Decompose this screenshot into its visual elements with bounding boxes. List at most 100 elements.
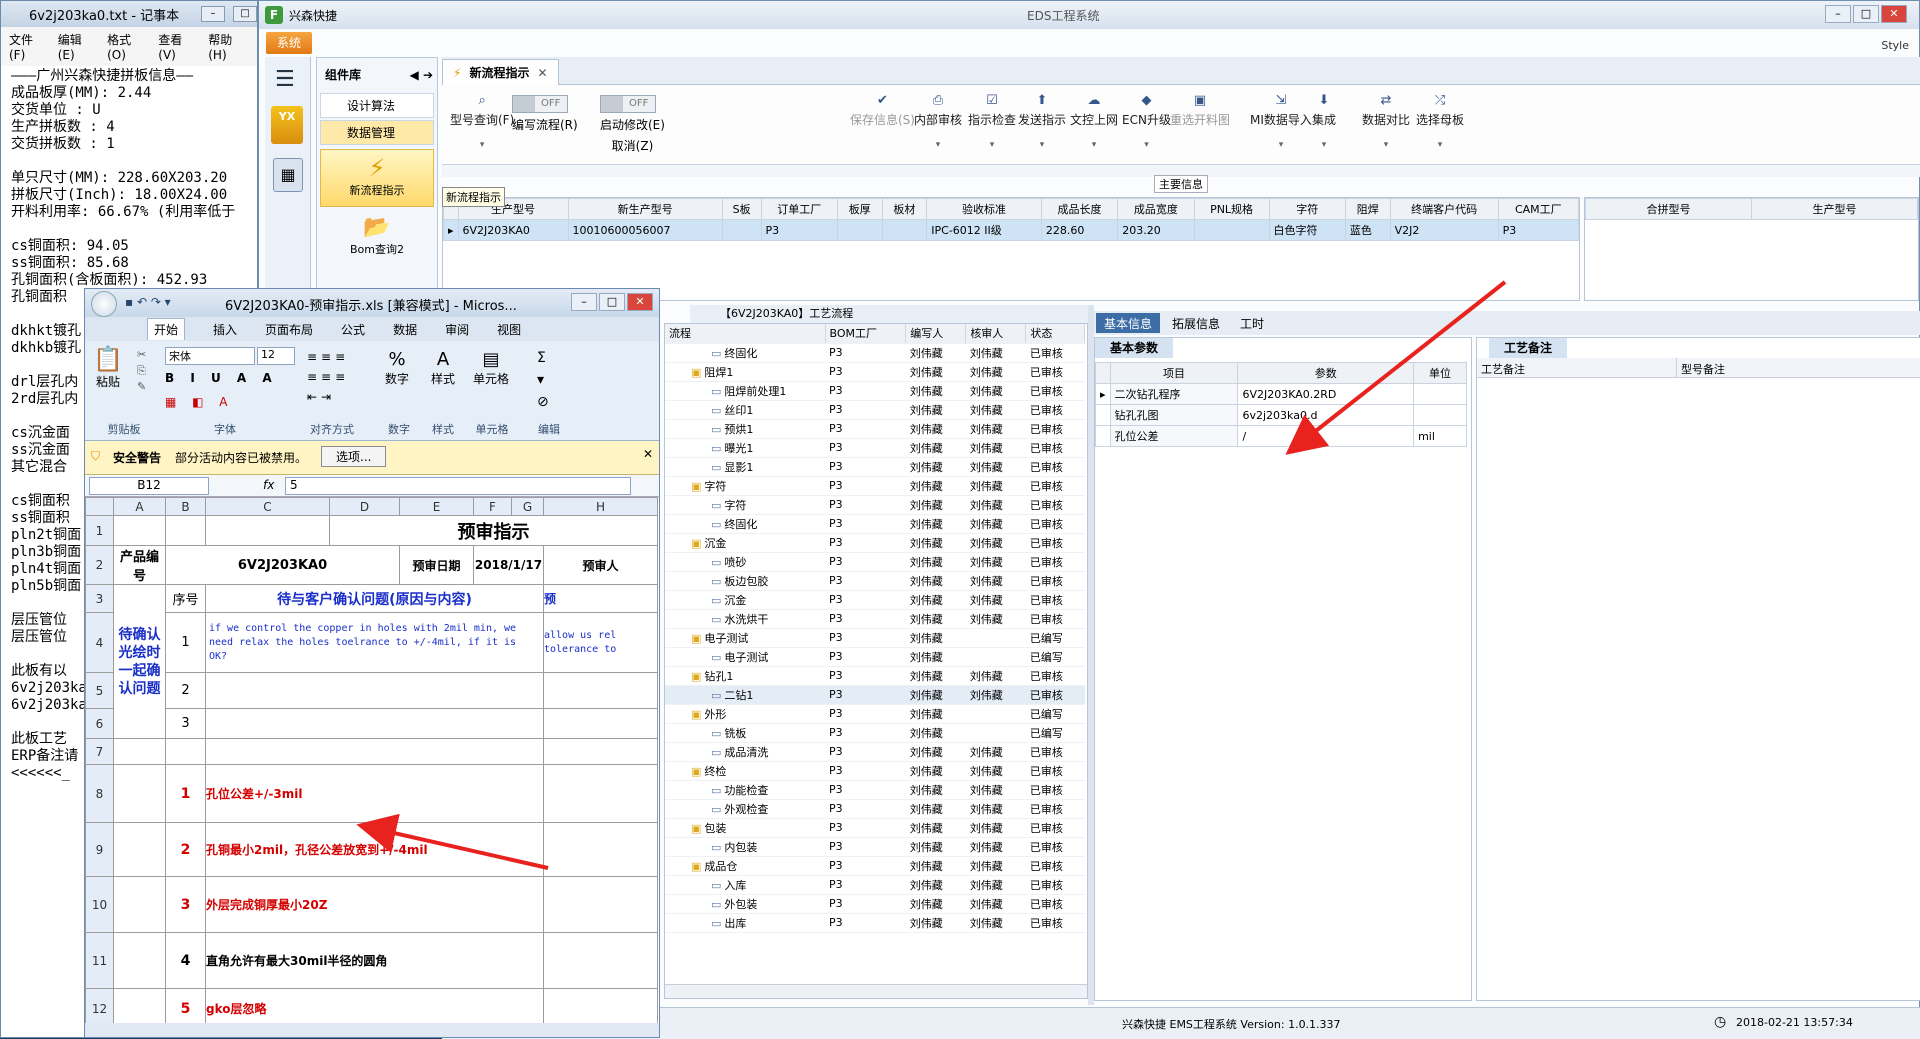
column-header[interactable]: 成品长度 bbox=[1040, 198, 1119, 220]
table-row[interactable]: ▸ 6V2J203KA0 10010600056007 P3 IPC-6012 II级 2… bbox=[443, 219, 1580, 241]
collapse-arrow-icon[interactable]: ◀ ➔ bbox=[410, 68, 433, 82]
cells-button[interactable]: ▤ 单元格 bbox=[473, 349, 509, 387]
table-cell[interactable] bbox=[836, 219, 883, 241]
menu-item[interactable]: 帮助(H) bbox=[208, 31, 249, 62]
calculator-icon[interactable]: ▦ bbox=[273, 158, 303, 192]
sheet-row[interactable]: 52 bbox=[85, 672, 658, 709]
toggle-edit-flow[interactable]: OFF 编写流程(R) bbox=[512, 95, 578, 133]
close-button[interactable]: ✕ bbox=[1881, 5, 1907, 23]
param-row[interactable]: 孔位公差 / mil bbox=[1095, 425, 1467, 447]
table-cell[interactable] bbox=[881, 219, 928, 241]
info-tab[interactable]: 拓展信息 bbox=[1164, 313, 1228, 333]
flow-row[interactable]: ▭ 丝印1 P3 刘伟藏 刘伟藏 已审核 bbox=[665, 400, 1085, 420]
quick-access-icon[interactable]: ▪ ↶ ↷ ▾ bbox=[125, 295, 171, 309]
flow-row[interactable]: ▭ 电子测试 P3 刘伟藏 已编写 bbox=[665, 647, 1085, 667]
column-header[interactable]: 板材 bbox=[881, 198, 928, 220]
sheet-row[interactable]: 3 待确认光绘时一起确认问题 序号 待与客户确认问题(原因与内容) 预 bbox=[85, 584, 658, 739]
column-header[interactable]: PNL规格 bbox=[1193, 198, 1270, 220]
column-header[interactable]: 板厚 bbox=[836, 198, 883, 220]
component-item[interactable]: 设计算法 bbox=[320, 93, 434, 118]
ribbon-tab[interactable]: 插入 bbox=[213, 321, 237, 338]
column-header[interactable]: 新生产型号 bbox=[567, 198, 723, 220]
ribbon-button[interactable]: ▣ 重选开料图 bbox=[1170, 93, 1230, 128]
system-button[interactable]: 系统 bbox=[266, 32, 312, 54]
flow-row[interactable]: ▭ 铣板 P3 刘伟藏 已编写 bbox=[665, 723, 1085, 743]
cut-copy-icons[interactable]: ✂ ⎘ ✎ bbox=[137, 347, 146, 395]
sheet-row[interactable]: 9 2 孔铜最小2mil，孔径公差放宽到+/-4mil bbox=[85, 822, 658, 877]
param-column-header[interactable]: 单位 bbox=[1413, 362, 1467, 384]
office-button[interactable] bbox=[91, 291, 117, 317]
flow-row[interactable]: ▣ 外形 P3 刘伟藏 已编写 bbox=[665, 704, 1085, 724]
info-tab[interactable]: 基本信息 bbox=[1096, 313, 1161, 333]
flow-column-header[interactable]: 编写人 bbox=[905, 324, 967, 344]
column-header[interactable]: H bbox=[543, 497, 658, 516]
style-label[interactable]: Style bbox=[1881, 39, 1909, 52]
menu-item[interactable]: 查看(V) bbox=[158, 31, 198, 62]
column-header[interactable]: A bbox=[113, 497, 166, 516]
flow-column-header[interactable]: BOM工厂 bbox=[825, 324, 907, 344]
column-header[interactable]: 字符 bbox=[1268, 198, 1346, 220]
param-row[interactable]: ▸ 二次钻孔程序 6V2J203KA0.2RD bbox=[1095, 383, 1467, 405]
number-button[interactable]: % 数字 bbox=[385, 349, 409, 387]
flow-row[interactable]: ▭ 沉金 P3 刘伟藏 刘伟藏 已审核 bbox=[665, 590, 1085, 610]
flow-row[interactable]: ▣ 电子测试 P3 刘伟藏 已编写 bbox=[665, 628, 1085, 648]
ribbon-button[interactable]: ◆ ECN升级 ▾ bbox=[1122, 93, 1171, 150]
ribbon-button[interactable]: ⎙ 内部审核 ▾ bbox=[914, 93, 962, 150]
flow-row[interactable]: ▣ 成品仓 P3 刘伟藏 刘伟藏 已审核 bbox=[665, 856, 1085, 876]
column-header[interactable]: B bbox=[165, 497, 206, 516]
param-column-header[interactable]: 参数 bbox=[1237, 362, 1415, 384]
new-flow-button[interactable]: ⚡ 新流程指示 bbox=[320, 149, 434, 207]
close-icon[interactable]: ✕ bbox=[537, 66, 547, 80]
flow-row[interactable]: ▣ 包装 P3 刘伟藏 刘伟藏 已审核 bbox=[665, 818, 1085, 838]
column-header[interactable]: 终端客户代码 bbox=[1389, 198, 1499, 220]
sheet-row[interactable]: 63 bbox=[85, 708, 658, 739]
ribbon-tab[interactable]: 视图 bbox=[497, 321, 521, 338]
fx-icon[interactable]: fx bbox=[263, 478, 274, 492]
size-select[interactable]: 12 bbox=[257, 347, 295, 365]
tab-new-flow[interactable]: ⚡ 新流程指示 ✕ bbox=[442, 59, 559, 85]
menu-icon[interactable]: ☰ bbox=[275, 67, 300, 92]
flow-row[interactable]: ▣ 字符 P3 刘伟藏 刘伟藏 已审核 bbox=[665, 476, 1085, 496]
info-tab[interactable]: 工时 bbox=[1232, 313, 1272, 333]
flow-row[interactable]: ▣ 终检 P3 刘伟藏 刘伟藏 已审核 bbox=[665, 761, 1085, 781]
component-item[interactable]: 数据管理 bbox=[320, 120, 434, 145]
toggle-start-edit[interactable]: OFF 启动修改(E) 取消(Z) bbox=[600, 95, 665, 154]
ribbon-button[interactable]: ⇄ 数据对比 ▾ bbox=[1362, 93, 1410, 150]
flow-row[interactable]: ▭ 功能检查 P3 刘伟藏 刘伟藏 已审核 bbox=[665, 780, 1085, 800]
flow-row[interactable]: ▭ 阻焊前处理1 P3 刘伟藏 刘伟藏 已审核 bbox=[665, 381, 1085, 401]
column-header[interactable]: 验收标准 bbox=[926, 198, 1042, 220]
formula-input[interactable]: 5 bbox=[285, 477, 631, 495]
yx-tool-icon[interactable]: YX bbox=[271, 106, 303, 144]
close-button[interactable]: ✕ bbox=[627, 293, 653, 311]
flow-row[interactable]: ▭ 入库 P3 刘伟藏 刘伟藏 已审核 bbox=[665, 875, 1085, 895]
column-header[interactable]: 阻焊 bbox=[1344, 198, 1391, 220]
ribbon-button[interactable]: ☁ 文控上网 ▾ bbox=[1070, 93, 1118, 150]
flow-row[interactable]: ▭ 成品清洗 P3 刘伟藏 刘伟藏 已审核 bbox=[665, 742, 1085, 762]
table-cell[interactable]: 10010600056007 bbox=[567, 219, 723, 241]
maximize-button[interactable]: □ bbox=[1853, 5, 1879, 23]
table-cell[interactable]: 蓝色 bbox=[1344, 219, 1391, 241]
flow-row[interactable]: ▭ 终固化 P3 刘伟藏 刘伟藏 已审核 bbox=[665, 514, 1085, 534]
horizontal-scrollbar[interactable] bbox=[665, 984, 1087, 998]
table-cell[interactable] bbox=[721, 219, 762, 241]
flow-row[interactable]: ▭ 外包装 P3 刘伟藏 刘伟藏 已审核 bbox=[665, 894, 1085, 914]
column-header[interactable]: F bbox=[473, 497, 512, 516]
options-button[interactable]: 选项... bbox=[321, 446, 387, 467]
column-header[interactable]: S板 bbox=[721, 198, 762, 220]
flow-row[interactable]: ▣ 阻焊1 P3 刘伟藏 刘伟藏 已审核 bbox=[665, 362, 1085, 382]
ribbon-button[interactable]: ⌕ 型号查询(F) ▾ bbox=[450, 93, 514, 150]
table-cell[interactable]: IPC-6012 II级 bbox=[926, 219, 1042, 241]
param-row[interactable]: 钻孔孔图 6v2j203ka0.d bbox=[1095, 404, 1467, 426]
table-cell[interactable]: 白色字符 bbox=[1268, 219, 1346, 241]
ribbon-button[interactable]: ⬆ 发送指示 ▾ bbox=[1018, 93, 1066, 150]
maximize-button[interactable]: □ bbox=[599, 293, 625, 311]
close-icon[interactable]: ✕ bbox=[643, 447, 653, 461]
sheet-row[interactable]: 4 1 if we control the copper in holes with… bbox=[85, 612, 658, 673]
column-header[interactable]: G bbox=[511, 497, 544, 516]
table-cell[interactable]: 6V2J203KA0 bbox=[457, 219, 569, 241]
column-header[interactable]: D bbox=[329, 497, 400, 516]
column-header[interactable]: 成品宽度 bbox=[1117, 198, 1195, 220]
ribbon-button[interactable]: ⬇ 集成 ▾ bbox=[1312, 93, 1336, 150]
flow-column-header[interactable]: 核审人 bbox=[965, 324, 1027, 344]
ribbon-tab[interactable]: 公式 bbox=[341, 321, 365, 338]
